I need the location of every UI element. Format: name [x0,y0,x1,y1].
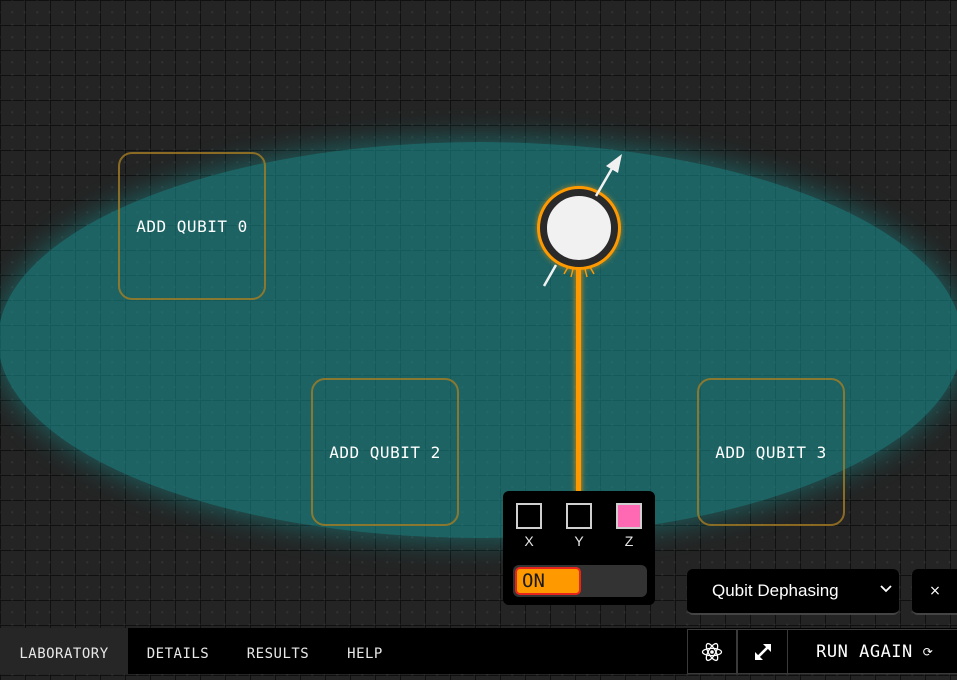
toggle-on-label: ON [515,567,581,595]
gate-z-checkbox[interactable] [616,503,642,529]
gate-panel: X Y Z ON [503,491,655,605]
gate-x-checkbox[interactable] [516,503,542,529]
atom-button[interactable] [687,629,737,674]
atom-icon [701,642,723,661]
tab-results[interactable]: RESULTS [228,628,328,674]
bottom-bar: LABORATORY DETAILS RESULTS HELP RUN AGAI… [0,628,957,674]
add-qubit-0-label: ADD QUBIT 0 [136,216,248,236]
add-qubit-3-label: ADD QUBIT 3 [715,442,827,462]
gate-y-checkbox[interactable] [566,503,592,529]
add-qubit-2-label: ADD QUBIT 2 [329,442,441,462]
gate-on-toggle[interactable]: ON [513,565,647,597]
add-qubit-3-slot[interactable]: ADD QUBIT 3 [697,378,845,526]
run-again-label: RUN AGAIN [816,641,913,662]
noise-model-select[interactable]: Qubit Dephasing [687,569,899,615]
run-again-button[interactable]: RUN AGAIN ⟳ [787,629,957,674]
expand-button[interactable] [737,629,788,674]
spin-vector-icon [542,154,622,287]
refresh-icon: ⟳ [922,644,933,659]
tab-help[interactable]: HELP [328,628,402,674]
expand-arrows-icon [754,643,771,660]
add-qubit-2-slot[interactable]: ADD QUBIT 2 [311,378,459,526]
tab-laboratory[interactable]: LABORATORY [0,628,128,674]
add-qubit-0-slot[interactable]: ADD QUBIT 0 [118,152,266,300]
laboratory-canvas: ADD QUBIT 0 ADD QUBIT 2 ADD QUBIT 3 X Y … [0,0,957,628]
gate-z-label: Z [624,533,634,549]
close-button[interactable]: × [912,569,957,615]
gate-y-label: Y [574,533,584,549]
noise-model-value: Qubit Dephasing [712,581,839,600]
gate-connector-beam [576,268,581,494]
chevron-down-icon [880,585,892,593]
gate-x-label: X [524,533,534,549]
tab-details[interactable]: DETAILS [128,628,228,674]
